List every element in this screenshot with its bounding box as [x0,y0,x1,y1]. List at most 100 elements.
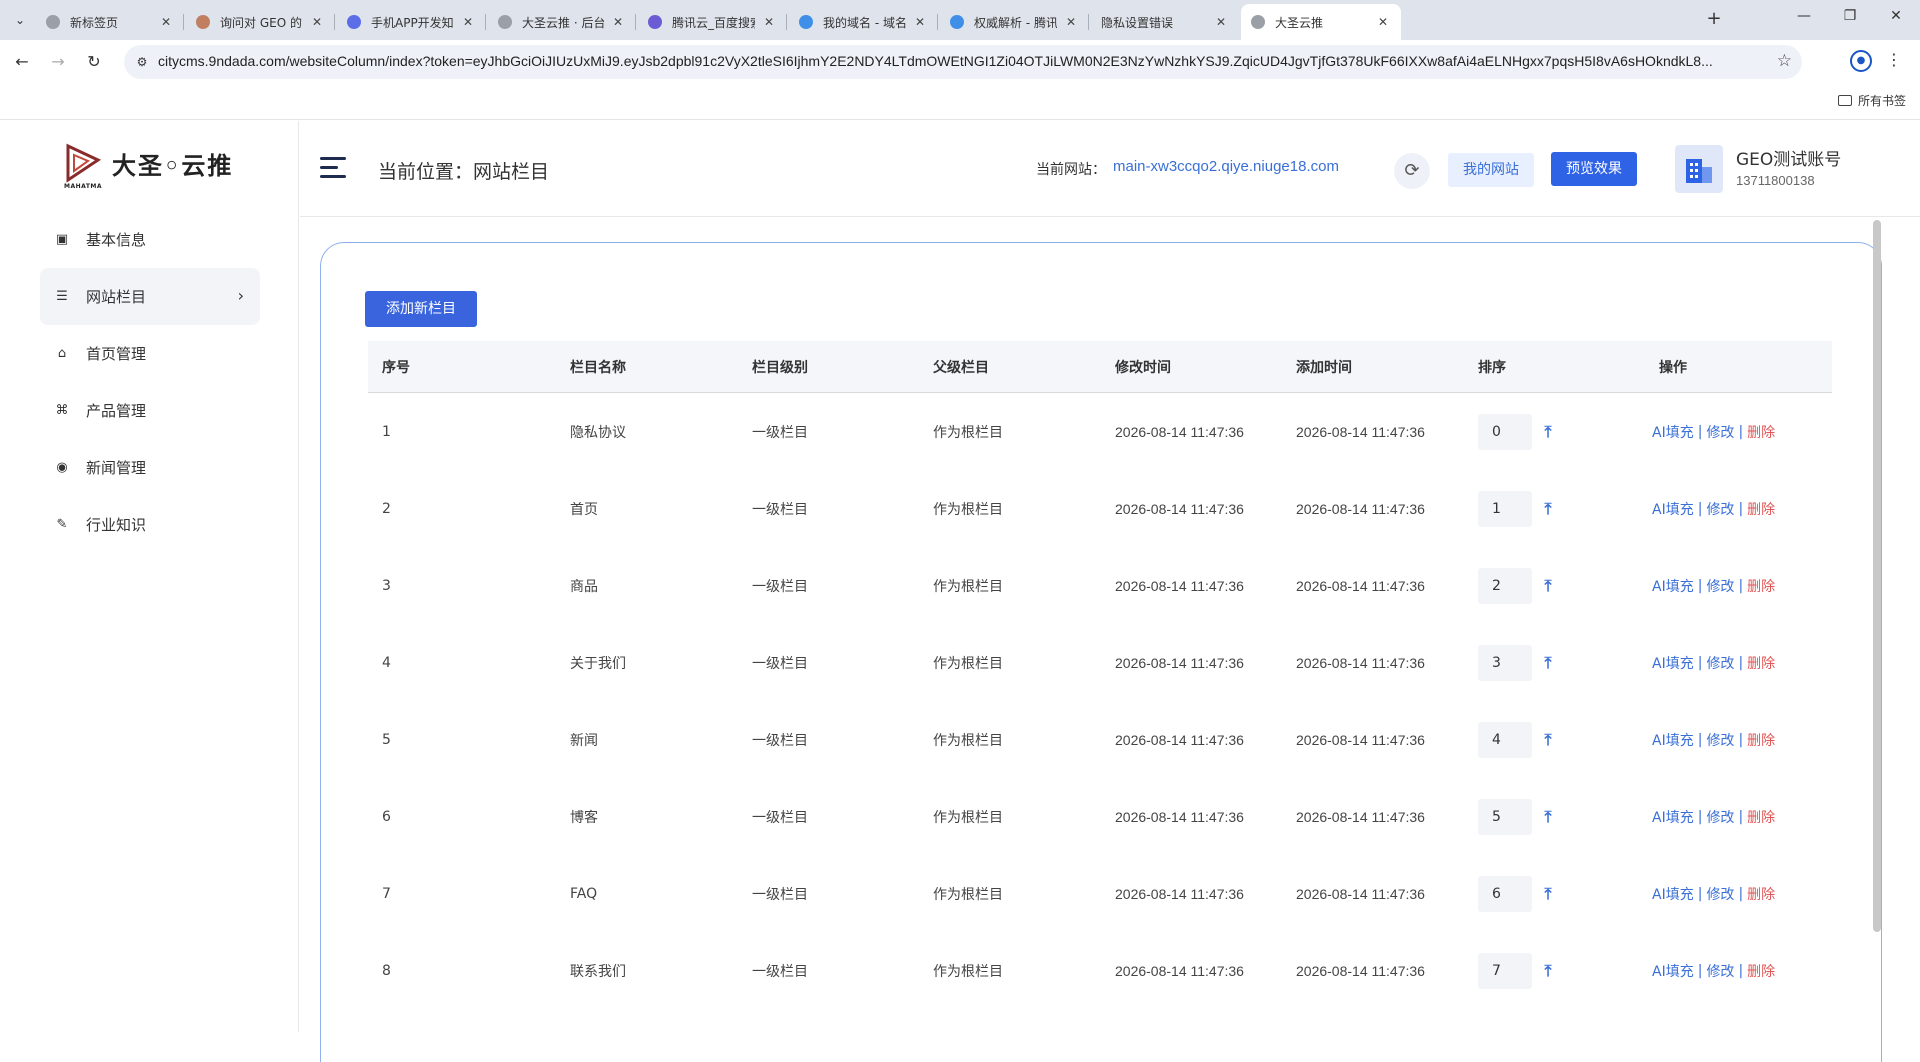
preview-button[interactable]: 预览效果 [1551,152,1637,186]
browser-menu-icon[interactable]: ⋮ [1886,50,1902,69]
current-site-url[interactable]: main-xw3ccqo2.qiye.niuge18.com [1113,158,1339,175]
back-icon[interactable]: ← [10,50,34,74]
sort-input[interactable]: 2 [1478,567,1532,604]
column-header: 栏目名称 [570,359,626,376]
ai-fill-link[interactable]: AI填充 [1652,576,1694,596]
pin-to-top-icon[interactable]: ⤒ [1540,730,1556,750]
delete-link[interactable]: 删除 [1747,576,1775,596]
browser-tab[interactable]: 腾讯云_百度搜索 ✕ [638,4,787,40]
sidebar-item-4[interactable]: ◉ 新闻管理 [40,439,260,496]
sidebar: MAHATMA 大圣◦云推 ▣ 基本信息 ☰ 网站栏目 › ⌂ 首页管理 ⌘ 产品管理 ◉ 新闻管理… [0,121,299,1032]
column-name: 联系我们 [570,963,626,980]
browser-tab[interactable]: 大圣云推 · 后台管理 ✕ [488,4,636,40]
column-level: 一级栏目 [752,809,808,826]
pin-to-top-icon[interactable]: ⤒ [1540,499,1556,519]
refresh-icon[interactable]: ⟳ [1394,153,1430,189]
delete-link[interactable]: 删除 [1747,653,1775,673]
new-tab-button[interactable]: + [1702,8,1726,29]
ai-fill-link[interactable]: AI填充 [1652,807,1694,827]
restore-icon[interactable]: ❐ [1838,8,1862,24]
ai-fill-link[interactable]: AI填充 [1652,499,1694,519]
brand-logo[interactable]: MAHATMA 大圣◦云推 [64,143,233,190]
site-info-icon[interactable]: ⚙ [134,54,150,70]
tab-close-icon[interactable]: ✕ [610,15,626,29]
edit-link[interactable]: 修改 [1706,499,1734,519]
my-site-button[interactable]: 我的网站 [1448,153,1534,187]
profile-icon[interactable]: ● [1850,50,1872,72]
top-header: 当前位置：网站栏目 当前网站： main-xw3ccqo2.qiye.niuge… [300,121,1920,217]
building-avatar-icon[interactable] [1675,145,1723,193]
sidebar-item-3[interactable]: ⌘ 产品管理 [40,382,260,439]
browser-tab[interactable]: 手机APP开发知识 - D ✕ [337,4,486,40]
column-level: 一级栏目 [752,732,808,749]
edit-link[interactable]: 修改 [1706,730,1734,750]
tab-close-icon[interactable]: ✕ [1063,15,1079,29]
browser-tab[interactable]: 隐私设置错误 ✕ [1091,4,1239,40]
add-column-button[interactable]: 添加新栏目 [365,291,477,327]
forward-icon[interactable]: → [46,50,70,74]
browser-tab[interactable]: 权威解析 - 腾讯云 DI ✕ [940,4,1089,40]
tab-close-icon[interactable]: ✕ [912,15,928,29]
sort-control: 4 ⤒ [1478,721,1645,758]
sort-input[interactable]: 6 [1478,875,1532,912]
sidebar-item-0[interactable]: ▣ 基本信息 [40,211,260,268]
sort-input[interactable]: 1 [1478,490,1532,527]
delete-link[interactable]: 删除 [1747,499,1775,519]
browser-tab[interactable]: 询问对 GEO 的了解 - ✕ [186,4,335,40]
edit-link[interactable]: 修改 [1706,653,1734,673]
sort-input[interactable]: 4 [1478,721,1532,758]
bookmark-star-icon[interactable]: ☆ [1777,51,1792,71]
tab-close-icon[interactable]: ✕ [1375,15,1391,29]
ai-fill-link[interactable]: AI填充 [1652,884,1694,904]
sort-input[interactable]: 0 [1478,413,1532,450]
pin-to-top-icon[interactable]: ⤒ [1540,884,1556,904]
browser-tab[interactable]: 新标签页 ✕ [36,4,184,40]
close-window-icon[interactable]: ✕ [1884,8,1908,24]
browser-tab[interactable]: 大圣云推 ✕ [1241,4,1401,40]
minimize-icon[interactable]: — [1792,8,1816,24]
action-separator: | [1738,654,1744,671]
tab-search-icon[interactable]: ⌄ [8,8,32,32]
tab-close-icon[interactable]: ✕ [761,15,777,29]
edit-link[interactable]: 修改 [1706,884,1734,904]
row-number: 5 [382,731,391,748]
tab-close-icon[interactable]: ✕ [460,15,476,29]
edit-link[interactable]: 修改 [1706,422,1734,442]
ai-fill-link[interactable]: AI填充 [1652,422,1694,442]
sort-input[interactable]: 5 [1478,798,1532,835]
ai-fill-link[interactable]: AI填充 [1652,653,1694,673]
pin-to-top-icon[interactable]: ⤒ [1540,653,1556,673]
delete-link[interactable]: 删除 [1747,884,1775,904]
sidebar-item-2[interactable]: ⌂ 首页管理 [40,325,260,382]
ai-fill-link[interactable]: AI填充 [1652,961,1694,981]
url-text[interactable]: citycms.9ndada.com/websiteColumn/index?t… [158,53,1768,69]
delete-link[interactable]: 删除 [1747,807,1775,827]
tab-close-icon[interactable]: ✕ [158,15,174,29]
all-bookmarks-button[interactable]: 所有书签 [1837,92,1906,109]
collapse-menu-icon[interactable] [320,157,346,179]
scrollbar[interactable] [1873,220,1881,932]
sort-control: 5 ⤒ [1478,798,1645,835]
pin-to-top-icon[interactable]: ⤒ [1540,961,1556,981]
sidebar-item-1[interactable]: ☰ 网站栏目 › [40,268,260,325]
sidebar-item-5[interactable]: ✎ 行业知识 [40,496,260,553]
tab-close-icon[interactable]: ✕ [1213,15,1229,29]
action-separator: | [1697,577,1703,594]
browser-tab[interactable]: 我的域名 - 域名注册 ✕ [789,4,938,40]
omnibox[interactable]: ⚙ citycms.9ndada.com/websiteColumn/index… [124,45,1802,79]
sort-input[interactable]: 7 [1478,952,1532,989]
delete-link[interactable]: 删除 [1747,961,1775,981]
edit-link[interactable]: 修改 [1706,576,1734,596]
account-name[interactable]: GEO测试账号 [1736,145,1841,170]
reload-icon[interactable]: ↻ [82,50,106,74]
pin-to-top-icon[interactable]: ⤒ [1540,422,1556,442]
pin-to-top-icon[interactable]: ⤒ [1540,807,1556,827]
sort-input[interactable]: 3 [1478,644,1532,681]
tab-close-icon[interactable]: ✕ [309,15,325,29]
pin-to-top-icon[interactable]: ⤒ [1540,576,1556,596]
edit-link[interactable]: 修改 [1706,807,1734,827]
delete-link[interactable]: 删除 [1747,422,1775,442]
edit-link[interactable]: 修改 [1706,961,1734,981]
ai-fill-link[interactable]: AI填充 [1652,730,1694,750]
delete-link[interactable]: 删除 [1747,730,1775,750]
